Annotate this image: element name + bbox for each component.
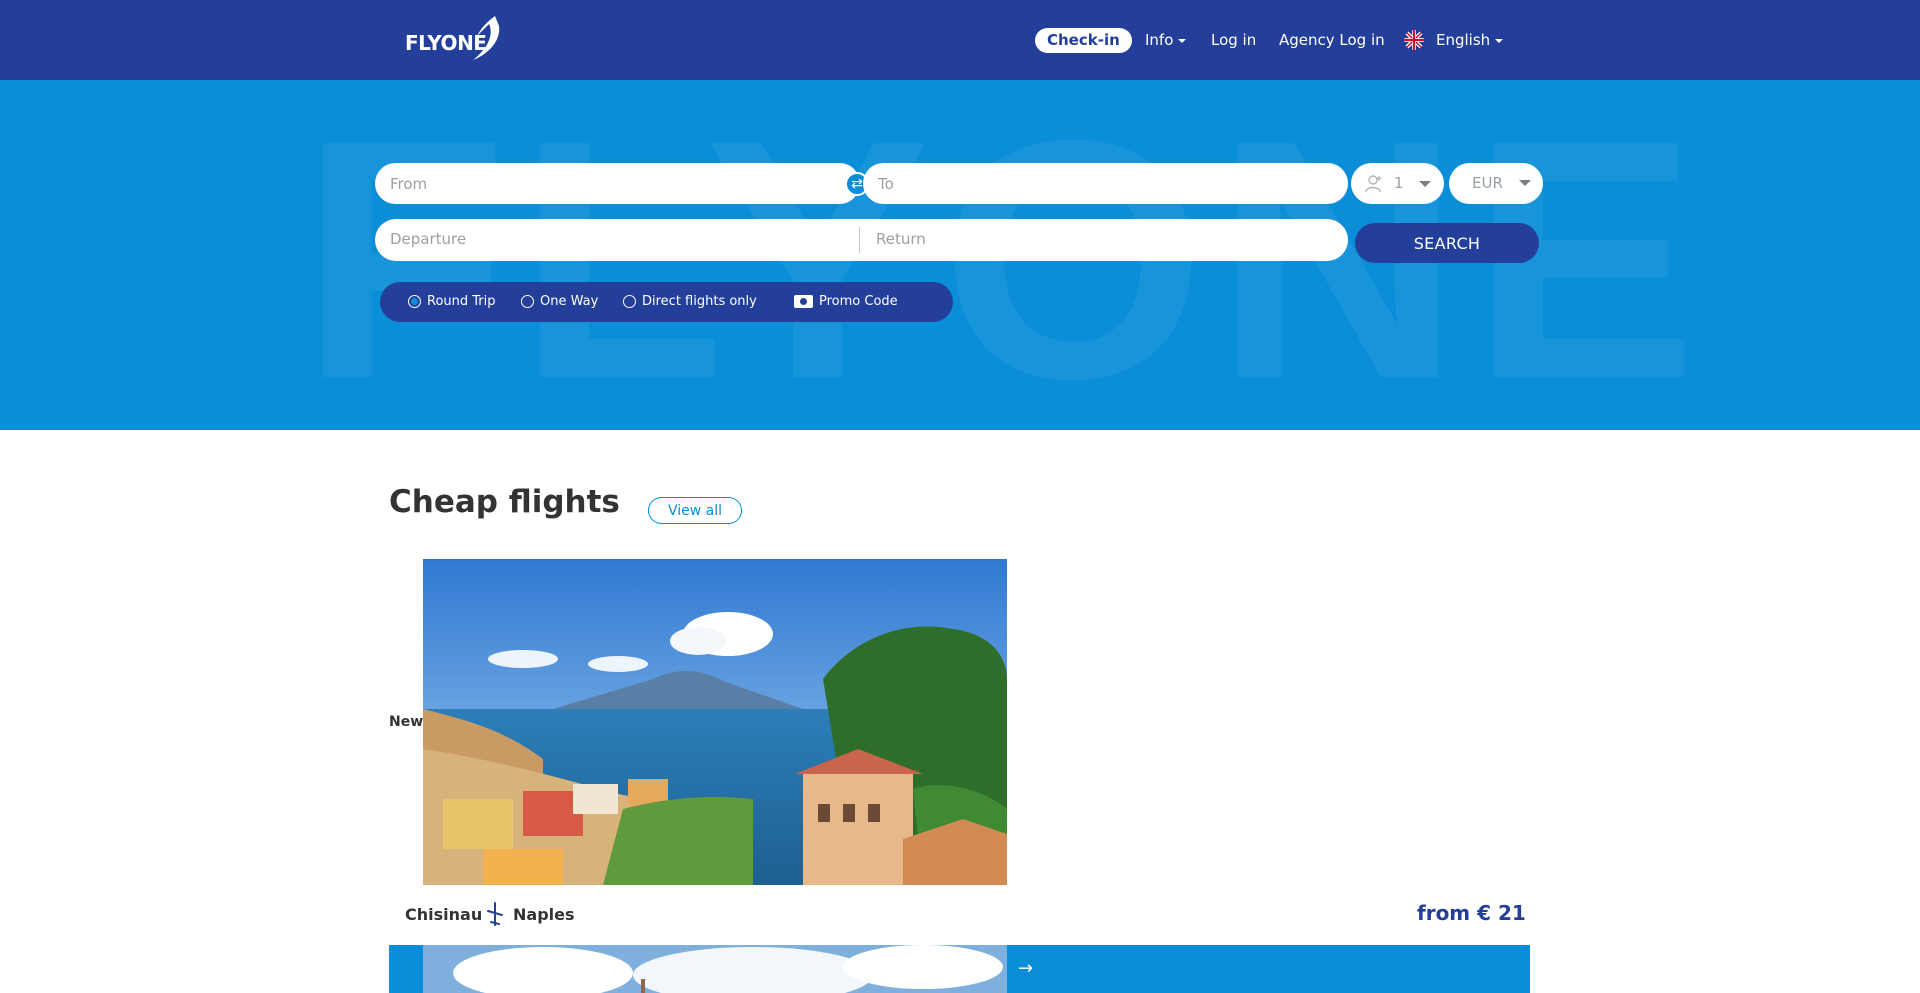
to-input[interactable]: To — [863, 163, 1348, 204]
login-link[interactable]: Log in — [1211, 30, 1256, 50]
destination-photo[interactable] — [423, 559, 1007, 885]
direct-flights-radio[interactable] — [623, 295, 636, 308]
to-placeholder: To — [878, 174, 894, 193]
currency-select[interactable]: EUR — [1449, 163, 1543, 204]
price-label: from € 21 — [1417, 901, 1526, 925]
dates-field: Departure Return — [375, 219, 1348, 261]
arrow-right-icon[interactable]: → — [1018, 958, 1033, 979]
agency-login-link[interactable]: Agency Log in — [1279, 30, 1385, 50]
ticket-icon — [794, 295, 813, 308]
search-button[interactable]: SEARCH — [1355, 223, 1539, 263]
from-input[interactable]: From — [375, 163, 860, 204]
chevron-down-icon — [1419, 181, 1431, 187]
section-title: Cheap flights — [389, 484, 620, 520]
departure-input[interactable]: Departure — [390, 230, 466, 248]
next-destination-photo[interactable] — [423, 945, 1007, 993]
promo-code-option[interactable]: Promo Code — [794, 294, 898, 309]
from-placeholder: From — [390, 174, 428, 193]
return-input[interactable]: Return — [876, 230, 926, 248]
passenger-count: 1 — [1394, 174, 1404, 192]
plane-icon — [486, 902, 504, 926]
round-trip-option[interactable]: Round Trip — [408, 294, 496, 309]
new-badge: New — [389, 714, 424, 730]
one-way-label: One Way — [540, 294, 599, 309]
logo-swoosh-icon — [473, 16, 500, 60]
date-divider — [859, 227, 860, 253]
promo-code-label: Promo Code — [819, 294, 898, 309]
top-navigation-bar: FLYONE Check-in Info Log in Agency Log i… — [0, 0, 1920, 80]
uk-flag-icon — [1404, 30, 1424, 50]
info-label: Info — [1145, 31, 1174, 49]
round-trip-label: Round Trip — [427, 294, 496, 309]
route-from-city: Chisinau — [405, 905, 483, 924]
check-in-button[interactable]: Check-in — [1035, 28, 1132, 53]
language-label: English — [1436, 31, 1491, 49]
trip-options-bar: Round Trip One Way Direct flights only P… — [380, 282, 953, 322]
direct-flights-option[interactable]: Direct flights only — [623, 294, 757, 309]
direct-flights-label: Direct flights only — [642, 294, 757, 309]
view-all-button[interactable]: View all — [648, 497, 742, 524]
passenger-icon — [1365, 175, 1382, 193]
passengers-select[interactable]: 1 — [1351, 163, 1444, 204]
round-trip-radio[interactable] — [408, 295, 421, 308]
language-selector[interactable]: English — [1436, 30, 1504, 50]
info-menu[interactable]: Info — [1145, 30, 1187, 50]
one-way-radio[interactable] — [521, 295, 534, 308]
one-way-option[interactable]: One Way — [521, 294, 598, 309]
route-to-city: Naples — [513, 905, 575, 924]
chevron-down-icon — [1178, 38, 1187, 43]
chevron-down-icon — [1519, 180, 1531, 186]
chevron-down-icon — [1495, 38, 1504, 43]
currency-value: EUR — [1472, 174, 1503, 192]
flyone-logo[interactable]: FLYONE — [405, 14, 501, 64]
